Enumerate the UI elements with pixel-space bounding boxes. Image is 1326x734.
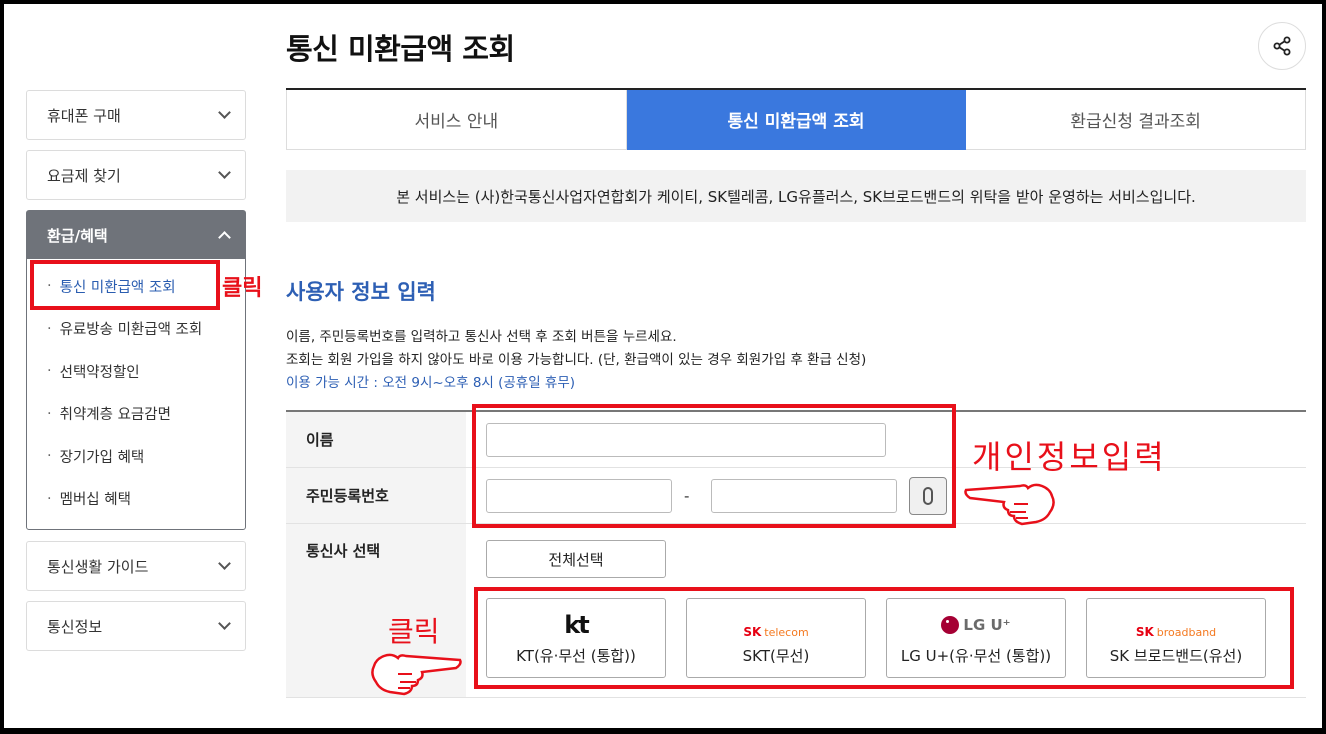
pointing-hand-icon: [371, 653, 462, 696]
service-notice: 본 서비스는 (사)한국통신사업자연합회가 케이티, SK텔레콤, LG유플러스…: [286, 170, 1306, 222]
tab-refund-result[interactable]: 환급신청 결과조회: [966, 90, 1307, 150]
sidebar-item-long-term[interactable]: · 장기가입 혜택: [27, 435, 245, 478]
chevron-down-icon: [218, 106, 231, 119]
guide-text: 이름, 주민등록번호를 입력하고 통신사 선택 후 조회 버튼을 누르세요. 조…: [286, 326, 866, 395]
annotation-personal-info-label: 개인정보입력: [972, 438, 1167, 476]
annotation-box-personal-info: [472, 404, 956, 528]
page-frame: 휴대폰 구매 요금제 찾기 환급/혜택 · 통신 미환급액 조회 · 유료방송 미환…: [4, 4, 1322, 728]
sidebar-menu-label: 요금제 찾기: [47, 166, 121, 185]
sidebar-item-label: 선택약정할인: [59, 364, 140, 381]
sidebar-menu-label: 휴대폰 구매: [47, 106, 121, 125]
sidebar-menu-label: 통신생활 가이드: [47, 557, 149, 576]
guide-line: 조회는 회원 가입을 하지 않아도 바로 이용 가능합니다. (단, 환급액이 …: [286, 352, 867, 368]
sidebar-menu-refund[interactable]: 환급/혜택 · 통신 미환급액 조회 · 유료방송 미환급액 조회 · 선택약정할인 …: [26, 210, 246, 530]
annotation-box-carriers: [474, 587, 1294, 689]
annotation-click-label: 클릭: [222, 275, 263, 301]
tab-refund-lookup[interactable]: 통신 미환급액 조회: [626, 90, 967, 150]
page-title: 통신 미환급액 조회: [286, 32, 515, 66]
sidebar-item-vulnerable-discount[interactable]: · 취약계층 요금감면: [27, 393, 245, 436]
sidebar-item-label: 취약계층 요금감면: [59, 407, 171, 424]
sidebar-item-contract-discount[interactable]: · 선택약정할인: [27, 350, 245, 393]
pointing-hand-icon: [964, 483, 1055, 526]
sidebar-menu-label: 통신정보: [47, 617, 103, 636]
sidebar-menu-phone[interactable]: 휴대폰 구매: [26, 90, 246, 140]
sidebar-menu-info[interactable]: 통신정보: [26, 601, 246, 651]
name-label: 이름: [286, 412, 466, 467]
share-button[interactable]: [1258, 22, 1306, 70]
guide-line: 이름, 주민등록번호를 입력하고 통신사 선택 후 조회 버튼을 누르세요.: [286, 329, 677, 345]
sidebar-item-label: 장기가입 혜택: [59, 449, 145, 466]
sidebar-item-membership[interactable]: · 멤버십 혜택: [27, 478, 245, 521]
rrn-label: 주민등록번호: [286, 468, 466, 523]
share-icon: [1273, 36, 1291, 56]
tab-service-info[interactable]: 서비스 안내: [286, 90, 627, 150]
sidebar-menu-plans[interactable]: 요금제 찾기: [26, 150, 246, 200]
sidebar-item-label: 멤버십 혜택: [59, 492, 131, 509]
chevron-down-icon: [218, 617, 231, 630]
select-all-button[interactable]: 전체선택: [486, 540, 666, 578]
sidebar-menu-label: 환급/혜택: [47, 226, 108, 245]
sidebar-item-paytv-refund[interactable]: · 유료방송 미환급액 조회: [27, 308, 245, 351]
tab-bar: 서비스 안내 통신 미환급액 조회 환급신청 결과조회: [286, 88, 1307, 150]
chevron-down-icon: [218, 166, 231, 179]
chevron-up-icon: [218, 231, 231, 244]
annotation-box-sidebar: [30, 260, 220, 310]
chevron-down-icon: [218, 557, 231, 570]
sidebar-menu-guide[interactable]: 통신생활 가이드: [26, 541, 246, 591]
service-hours: 이용 가능 시간 : 오전 9시~오후 8시 (공휴일 휴무): [286, 375, 576, 391]
section-title: 사용자 정보 입력: [286, 280, 436, 304]
sidebar-item-label: 유료방송 미환급액 조회: [59, 322, 203, 339]
